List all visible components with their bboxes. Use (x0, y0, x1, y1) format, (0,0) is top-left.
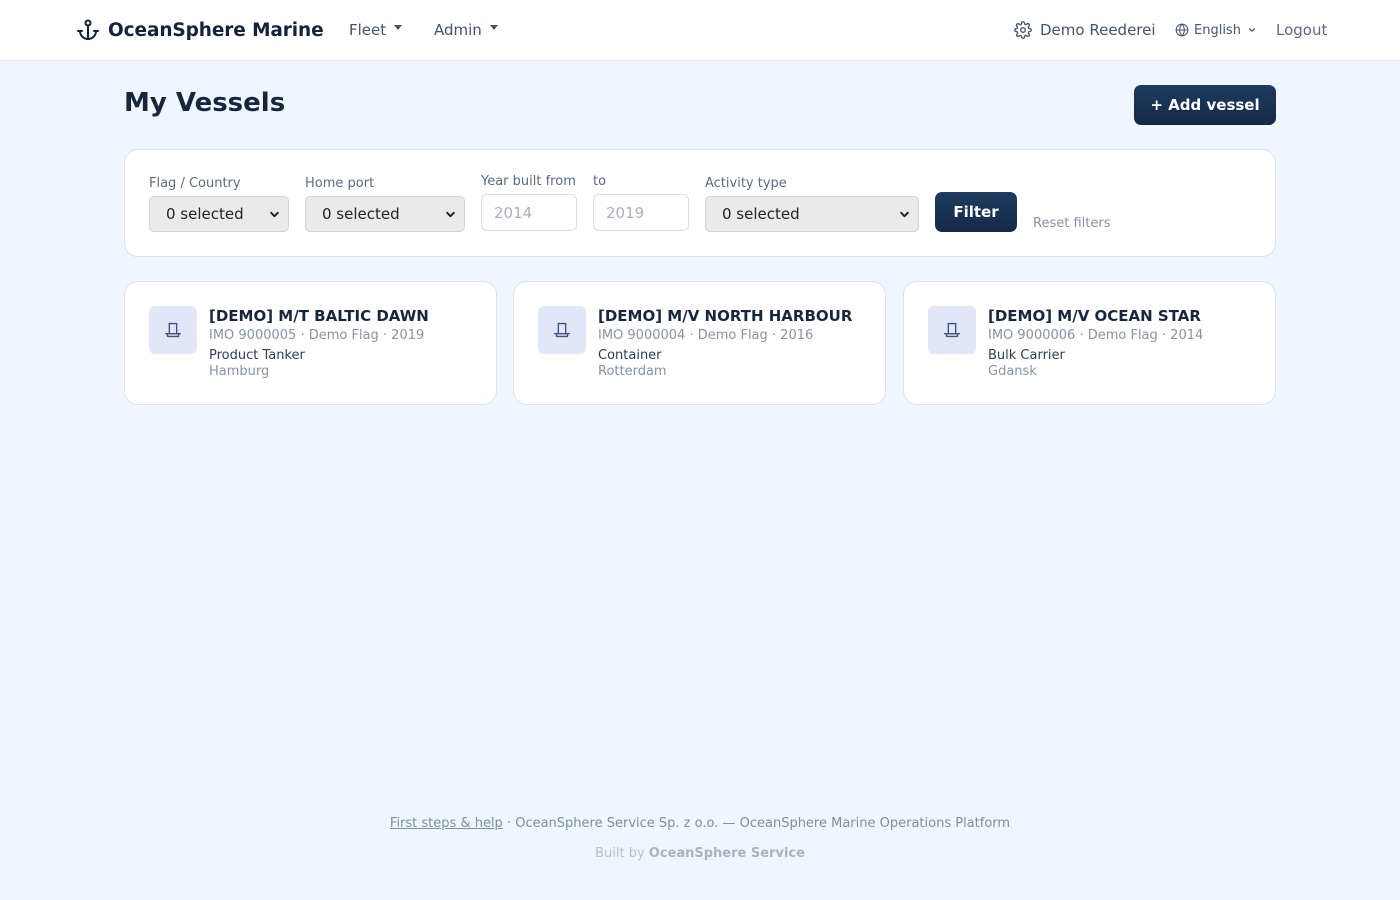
organization-settings-link[interactable]: Demo Reederei (1014, 19, 1156, 41)
filter-panel: Flag / Country 0 selected Home port 0 se… (124, 149, 1276, 257)
vessel-meta: IMO 9000005 · Demo Flag · 2019 (209, 328, 425, 343)
ship-icon (538, 306, 586, 354)
brand-link[interactable]: OceanSphere Marine (76, 17, 324, 43)
year-to-input[interactable]: 2019 (593, 194, 689, 231)
flag-filter-label: Flag / Country (149, 176, 241, 191)
flag-filter-value: 0 selected (166, 205, 244, 223)
home-port-filter-select[interactable]: 0 selected (305, 196, 465, 232)
built-by-company: OceanSphere Service (648, 846, 805, 861)
anchor-icon (77, 19, 99, 40)
footer-info: First steps & help · OceanSphere Service… (0, 816, 1400, 831)
home-port-filter-value: 0 selected (322, 205, 400, 223)
chevron-down-icon (446, 211, 455, 217)
home-port-filter-label: Home port (305, 176, 375, 191)
caret-down-icon (394, 25, 403, 30)
vessel-name: [DEMO] M/V NORTH HARBOUR (598, 307, 853, 325)
logout-link[interactable]: Logout (1276, 19, 1327, 41)
activity-type-value: 0 selected (722, 205, 800, 223)
footer-company-text: · OceanSphere Service Sp. z o.o. — Ocean… (502, 816, 1011, 831)
page-title: My Vessels (124, 88, 286, 118)
nav-menu-fleet-label: Fleet (349, 21, 387, 39)
vessel-name: [DEMO] M/T BALTIC DAWN (209, 307, 429, 325)
help-link[interactable]: First steps & help (390, 816, 503, 831)
filter-button[interactable]: Filter (935, 192, 1017, 232)
built-by-prefix: Built by (595, 846, 649, 861)
year-from-label: Year built from (481, 174, 576, 189)
vessel-type: Container (598, 348, 662, 363)
chevron-down-icon (1248, 28, 1255, 32)
vessel-home-port: Gdansk (988, 364, 1037, 379)
organization-name: Demo Reederei (1040, 21, 1156, 39)
add-vessel-button[interactable]: + Add vessel (1134, 85, 1276, 125)
top-navbar: OceanSphere Marine Fleet Admin Demo Reed… (0, 0, 1400, 61)
nav-menu-admin-label: Admin (434, 21, 482, 39)
brand-name: OceanSphere Marine (108, 19, 324, 41)
ship-icon (928, 306, 976, 354)
year-from-input[interactable]: 2014 (481, 194, 577, 231)
vessel-home-port: Hamburg (209, 364, 270, 379)
vessel-type: Bulk Carrier (988, 348, 1065, 363)
activity-type-label: Activity type (705, 176, 787, 191)
caret-down-icon (489, 25, 498, 30)
language-selector[interactable]: English (1175, 19, 1256, 41)
language-label: English (1194, 22, 1241, 38)
chevron-down-icon (900, 211, 909, 217)
vessel-type: Product Tanker (209, 348, 305, 363)
footer-built-by: Built by OceanSphere Service (0, 846, 1400, 861)
year-from-placeholder: 2014 (494, 203, 533, 222)
flag-filter-select[interactable]: 0 selected (149, 196, 289, 232)
vessel-card[interactable]: [DEMO] M/V NORTH HARBOUR IMO 9000004 · D… (513, 281, 886, 405)
reset-filters-link[interactable]: Reset filters (1033, 216, 1110, 231)
nav-menu-admin[interactable]: Admin (434, 20, 498, 40)
year-to-label: to (593, 174, 607, 189)
vessel-name: [DEMO] M/V OCEAN STAR (988, 307, 1201, 325)
vessel-meta: IMO 9000004 · Demo Flag · 2016 (598, 328, 814, 343)
year-to-placeholder: 2019 (606, 203, 645, 222)
globe-icon (1175, 23, 1189, 37)
vessel-home-port: Rotterdam (598, 364, 667, 379)
ship-icon (149, 306, 197, 354)
vessel-card[interactable]: [DEMO] M/V OCEAN STAR IMO 9000006 · Demo… (903, 281, 1276, 405)
vessel-card[interactable]: [DEMO] M/T BALTIC DAWN IMO 9000005 · Dem… (124, 281, 497, 405)
activity-type-select[interactable]: 0 selected (705, 196, 919, 232)
chevron-down-icon (270, 211, 279, 217)
gear-icon (1014, 21, 1032, 39)
nav-menu-fleet[interactable]: Fleet (349, 20, 403, 40)
vessel-meta: IMO 9000006 · Demo Flag · 2014 (988, 328, 1204, 343)
